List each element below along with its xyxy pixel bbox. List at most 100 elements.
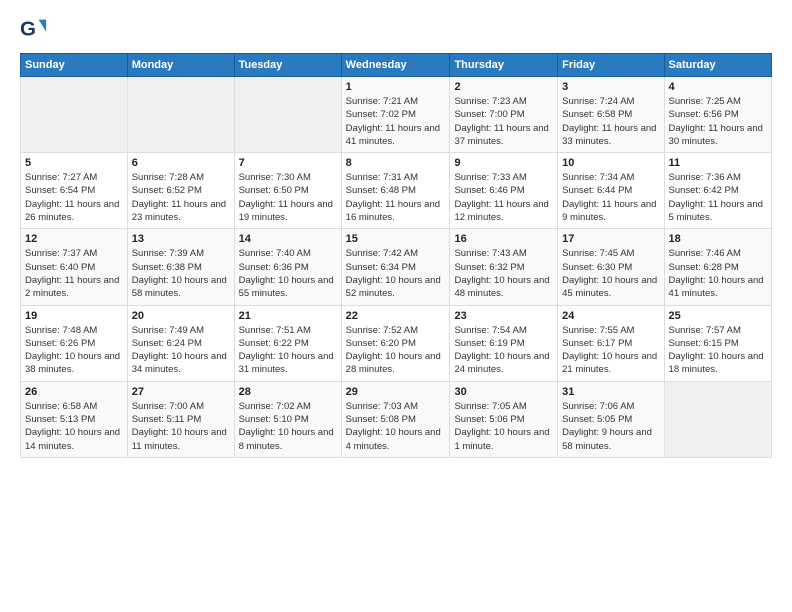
day-info: Sunrise: 7:46 AM Sunset: 6:28 PM Dayligh…	[669, 247, 767, 300]
table-row: 20 Sunrise: 7:49 AM Sunset: 6:24 PM Dayli…	[127, 305, 234, 381]
day-info: Sunrise: 7:39 AM Sunset: 6:38 PM Dayligh…	[132, 247, 230, 300]
table-row	[664, 381, 771, 457]
day-info: Sunrise: 7:28 AM Sunset: 6:52 PM Dayligh…	[132, 171, 230, 224]
table-row: 22 Sunrise: 7:52 AM Sunset: 6:20 PM Dayli…	[341, 305, 450, 381]
table-row: 6 Sunrise: 7:28 AM Sunset: 6:52 PM Daylig…	[127, 153, 234, 229]
day-info: Sunrise: 7:52 AM Sunset: 6:20 PM Dayligh…	[346, 324, 446, 377]
table-row: 19 Sunrise: 7:48 AM Sunset: 6:26 PM Dayli…	[21, 305, 128, 381]
logo: G	[20, 15, 52, 43]
table-row: 29Sunrise: 7:03 AM Sunset: 5:08 PM Dayli…	[341, 381, 450, 457]
day-info: Sunrise: 7:25 AM Sunset: 6:56 PM Dayligh…	[669, 95, 767, 148]
day-number: 8	[346, 157, 446, 169]
day-number: 20	[132, 310, 230, 322]
calendar-header-row: Sunday Monday Tuesday Wednesday Thursday…	[21, 54, 772, 77]
table-row: 3 Sunrise: 7:24 AM Sunset: 6:58 PM Daylig…	[558, 77, 664, 153]
day-info: Sunrise: 7:42 AM Sunset: 6:34 PM Dayligh…	[346, 247, 446, 300]
day-number: 13	[132, 233, 230, 245]
table-row: 13 Sunrise: 7:39 AM Sunset: 6:38 PM Dayli…	[127, 229, 234, 305]
day-number: 19	[25, 310, 123, 322]
table-row: 2 Sunrise: 7:23 AM Sunset: 7:00 PM Daylig…	[450, 77, 558, 153]
table-row	[127, 77, 234, 153]
table-row: 4 Sunrise: 7:25 AM Sunset: 6:56 PM Daylig…	[664, 77, 771, 153]
day-number: 9	[454, 157, 553, 169]
table-row: 9 Sunrise: 7:33 AM Sunset: 6:46 PM Daylig…	[450, 153, 558, 229]
day-info: Sunrise: 7:57 AM Sunset: 6:15 PM Dayligh…	[669, 324, 767, 377]
table-row: 28 Sunrise: 7:02 AM Sunset: 5:10 PM Dayli…	[234, 381, 341, 457]
day-number: 7	[239, 157, 337, 169]
table-row: 10Sunrise: 7:34 AM Sunset: 6:44 PM Dayli…	[558, 153, 664, 229]
day-info: Sunrise: 7:23 AM Sunset: 7:00 PM Dayligh…	[454, 95, 553, 148]
day-info: Sunrise: 7:05 AM Sunset: 5:06 PM Dayligh…	[454, 400, 553, 453]
day-info: Sunrise: 7:00 AM Sunset: 5:11 PM Dayligh…	[132, 400, 230, 453]
day-info: Sunrise: 7:30 AM Sunset: 6:50 PM Dayligh…	[239, 171, 337, 224]
table-row: 27Sunrise: 7:00 AM Sunset: 5:11 PM Dayli…	[127, 381, 234, 457]
day-number: 31	[562, 386, 659, 398]
day-info: Sunrise: 7:37 AM Sunset: 6:40 PM Dayligh…	[25, 247, 123, 300]
table-row: 15 Sunrise: 7:42 AM Sunset: 6:34 PM Dayli…	[341, 229, 450, 305]
logo-icon: G	[20, 15, 48, 43]
table-row: 18 Sunrise: 7:46 AM Sunset: 6:28 PM Dayli…	[664, 229, 771, 305]
table-row: 23 Sunrise: 7:54 AM Sunset: 6:19 PM Dayli…	[450, 305, 558, 381]
header: G	[20, 15, 772, 43]
day-number: 14	[239, 233, 337, 245]
day-number: 5	[25, 157, 123, 169]
day-number: 30	[454, 386, 553, 398]
calendar-week-row: 26Sunrise: 6:58 AM Sunset: 5:13 PM Dayli…	[21, 381, 772, 457]
day-info: Sunrise: 7:55 AM Sunset: 6:17 PM Dayligh…	[562, 324, 659, 377]
day-number: 6	[132, 157, 230, 169]
day-info: Sunrise: 7:43 AM Sunset: 6:32 PM Dayligh…	[454, 247, 553, 300]
day-info: Sunrise: 7:36 AM Sunset: 6:42 PM Dayligh…	[669, 171, 767, 224]
day-info: Sunrise: 7:06 AM Sunset: 5:05 PM Dayligh…	[562, 400, 659, 453]
table-row	[21, 77, 128, 153]
calendar-table: Sunday Monday Tuesday Wednesday Thursday…	[20, 53, 772, 458]
col-sunday: Sunday	[21, 54, 128, 77]
day-number: 21	[239, 310, 337, 322]
day-number: 15	[346, 233, 446, 245]
day-number: 12	[25, 233, 123, 245]
day-info: Sunrise: 7:54 AM Sunset: 6:19 PM Dayligh…	[454, 324, 553, 377]
col-thursday: Thursday	[450, 54, 558, 77]
table-row: 8 Sunrise: 7:31 AM Sunset: 6:48 PM Daylig…	[341, 153, 450, 229]
day-number: 26	[25, 386, 123, 398]
table-row: 7 Sunrise: 7:30 AM Sunset: 6:50 PM Daylig…	[234, 153, 341, 229]
table-row: 25 Sunrise: 7:57 AM Sunset: 6:15 PM Dayli…	[664, 305, 771, 381]
day-info: Sunrise: 7:45 AM Sunset: 6:30 PM Dayligh…	[562, 247, 659, 300]
table-row: 14 Sunrise: 7:40 AM Sunset: 6:36 PM Dayli…	[234, 229, 341, 305]
calendar-week-row: 5 Sunrise: 7:27 AM Sunset: 6:54 PM Daylig…	[21, 153, 772, 229]
calendar-week-row: 19 Sunrise: 7:48 AM Sunset: 6:26 PM Dayli…	[21, 305, 772, 381]
col-saturday: Saturday	[664, 54, 771, 77]
table-row: 26Sunrise: 6:58 AM Sunset: 5:13 PM Dayli…	[21, 381, 128, 457]
table-row: 31 Sunrise: 7:06 AM Sunset: 5:05 PM Dayli…	[558, 381, 664, 457]
day-number: 18	[669, 233, 767, 245]
day-info: Sunrise: 7:49 AM Sunset: 6:24 PM Dayligh…	[132, 324, 230, 377]
col-wednesday: Wednesday	[341, 54, 450, 77]
day-number: 2	[454, 81, 553, 93]
day-number: 11	[669, 157, 767, 169]
col-tuesday: Tuesday	[234, 54, 341, 77]
day-info: Sunrise: 7:31 AM Sunset: 6:48 PM Dayligh…	[346, 171, 446, 224]
day-number: 28	[239, 386, 337, 398]
calendar-week-row: 12 Sunrise: 7:37 AM Sunset: 6:40 PM Dayli…	[21, 229, 772, 305]
day-info: Sunrise: 7:24 AM Sunset: 6:58 PM Dayligh…	[562, 95, 659, 148]
day-info: Sunrise: 7:02 AM Sunset: 5:10 PM Dayligh…	[239, 400, 337, 453]
day-info: Sunrise: 7:48 AM Sunset: 6:26 PM Dayligh…	[25, 324, 123, 377]
table-row: 16Sunrise: 7:43 AM Sunset: 6:32 PM Dayli…	[450, 229, 558, 305]
day-number: 29	[346, 386, 446, 398]
day-info: Sunrise: 7:27 AM Sunset: 6:54 PM Dayligh…	[25, 171, 123, 224]
table-row: 17 Sunrise: 7:45 AM Sunset: 6:30 PM Dayli…	[558, 229, 664, 305]
page: G Sunday Monday Tuesday Wednesday Thursd…	[0, 0, 792, 612]
day-number: 22	[346, 310, 446, 322]
day-number: 3	[562, 81, 659, 93]
day-number: 4	[669, 81, 767, 93]
day-info: Sunrise: 7:40 AM Sunset: 6:36 PM Dayligh…	[239, 247, 337, 300]
table-row: 12 Sunrise: 7:37 AM Sunset: 6:40 PM Dayli…	[21, 229, 128, 305]
day-number: 17	[562, 233, 659, 245]
table-row: 11 Sunrise: 7:36 AM Sunset: 6:42 PM Dayli…	[664, 153, 771, 229]
day-number: 23	[454, 310, 553, 322]
day-number: 25	[669, 310, 767, 322]
calendar-week-row: 1Sunrise: 7:21 AM Sunset: 7:02 PM Daylig…	[21, 77, 772, 153]
day-info: Sunrise: 7:33 AM Sunset: 6:46 PM Dayligh…	[454, 171, 553, 224]
svg-text:G: G	[20, 18, 36, 41]
table-row	[234, 77, 341, 153]
day-number: 24	[562, 310, 659, 322]
